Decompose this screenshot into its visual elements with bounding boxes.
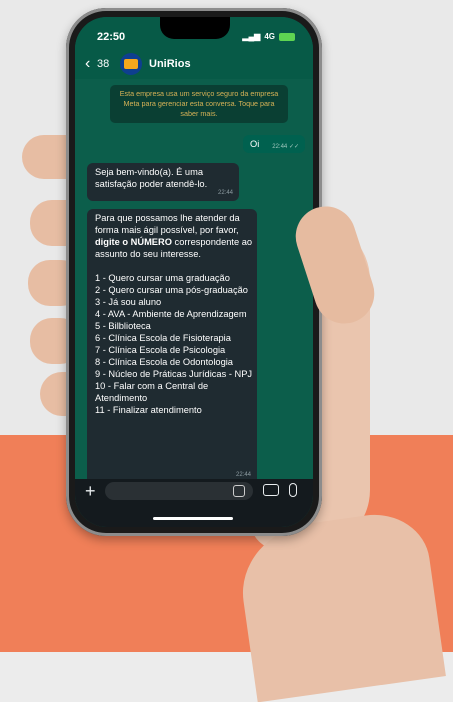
- menu-option: 9 - Núcleo de Práticas Jurídicas - NPJ: [95, 369, 253, 379]
- phone-screen: 22:50 ▂▄▆ 4G ‹ 38 UniRios Esta empresa u…: [75, 17, 313, 527]
- battery-icon: [279, 32, 295, 41]
- status-time: 22:50: [97, 31, 126, 43]
- mic-icon[interactable]: [289, 483, 297, 497]
- menu-option: 3 - Já sou aluno: [95, 297, 162, 307]
- status-indicators: ▂▄▆ 4G: [242, 32, 295, 41]
- plus-icon[interactable]: +: [85, 481, 96, 502]
- menu-option: 6 - Clínica Escola de Fisioterapia: [95, 333, 231, 343]
- menu-option: 10 - Falar com a Central de Atendimento: [95, 381, 209, 403]
- menu-intro-bold: digite o NÚMERO: [95, 237, 172, 247]
- menu-option: 4 - AVA - Ambiente de Aprendizagem: [95, 309, 247, 319]
- menu-option: 7 - Clínica Escola de Psicologia: [95, 345, 226, 355]
- message-text: Oi: [250, 139, 260, 149]
- back-count[interactable]: 38: [97, 58, 109, 70]
- menu-option: 8 - Clínica Escola de Odontologia: [95, 357, 233, 367]
- message-outgoing[interactable]: Oi 22:44 ✓✓: [243, 135, 305, 153]
- chat-area: Esta empresa usa um serviço seguro da em…: [75, 79, 313, 489]
- contact-avatar[interactable]: [120, 53, 142, 75]
- menu-option: 11 - Finalizar atendimento: [95, 405, 202, 415]
- phone-notch: [160, 17, 230, 39]
- double-check-icon: ✓✓: [288, 144, 299, 150]
- chat-header: ‹ 38 UniRios: [75, 49, 313, 79]
- message-time: 22:44 ✓✓: [272, 144, 299, 150]
- message-incoming[interactable]: Seja bem-vindo(a). É uma satisfação pode…: [87, 163, 239, 201]
- composer-bar: +: [75, 479, 313, 527]
- message-input[interactable]: [105, 482, 253, 500]
- message-time: 22:44: [217, 190, 233, 196]
- message-incoming-menu[interactable]: Para que possamos lhe atender da forma m…: [87, 209, 257, 489]
- contact-name[interactable]: UniRios: [149, 58, 191, 70]
- system-notice[interactable]: Esta empresa usa um serviço seguro da em…: [110, 85, 288, 123]
- logo-icon: [124, 59, 138, 69]
- menu-message-body: Para que possamos lhe atender da forma m…: [95, 212, 253, 416]
- signal-icon: ▂▄▆: [242, 32, 261, 41]
- menu-intro-pre: Para que possamos lhe atender da forma m…: [95, 213, 240, 235]
- network-label: 4G: [264, 32, 275, 41]
- menu-option: 1 - Quero cursar uma graduação: [95, 273, 230, 283]
- camera-icon[interactable]: [263, 484, 279, 496]
- message-text: Seja bem-vindo(a). É uma satisfação pode…: [95, 167, 208, 189]
- home-indicator: [153, 517, 233, 520]
- menu-option: 2 - Quero cursar uma pós-graduação: [95, 285, 248, 295]
- sticker-icon[interactable]: [233, 485, 245, 497]
- back-arrow-icon[interactable]: ‹: [85, 55, 90, 73]
- menu-option: 5 - Bilblioteca: [95, 321, 151, 331]
